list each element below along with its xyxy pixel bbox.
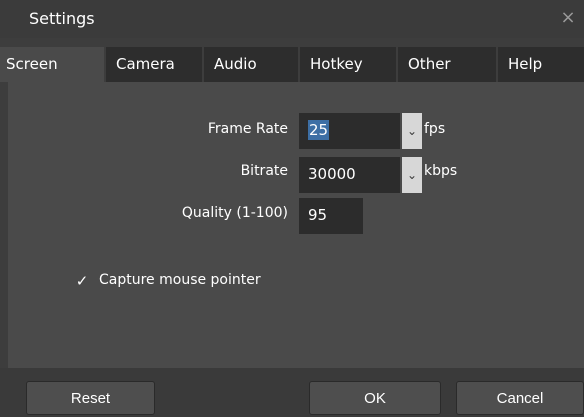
bitrate-unit: kbps <box>424 163 458 179</box>
tab-label: Other <box>408 55 451 73</box>
chevron-down-icon[interactable]: ⌄ <box>402 157 422 193</box>
frame-rate-select[interactable]: 25 <box>299 113 400 149</box>
tab-help[interactable]: Help <box>498 47 584 82</box>
tab-label: Hotkey <box>310 55 363 73</box>
chevron-down-icon[interactable]: ⌄ <box>402 113 422 149</box>
check-icon[interactable]: ✓ <box>73 272 91 290</box>
screen-settings-panel <box>8 82 584 368</box>
close-icon[interactable]: × <box>558 8 578 28</box>
reset-button[interactable]: Reset <box>26 381 155 415</box>
settings-window: Settings × Screen Camera Audio Hotkey Ot… <box>0 0 584 417</box>
tab-other[interactable]: Other <box>398 47 496 82</box>
quality-label: Quality (1-100) <box>181 205 288 221</box>
tab-audio[interactable]: Audio <box>204 47 298 82</box>
tab-hotkey[interactable]: Hotkey <box>300 47 396 82</box>
frame-rate-unit: fps <box>424 121 446 137</box>
tab-camera[interactable]: Camera <box>106 47 202 82</box>
bitrate-label: Bitrate <box>240 163 288 179</box>
tab-bar: Screen Camera Audio Hotkey Other Help <box>0 47 584 82</box>
tab-label: Audio <box>214 55 257 73</box>
title-bar: Settings × <box>0 0 584 38</box>
cancel-button[interactable]: Cancel <box>456 381 584 415</box>
frame-rate-label: Frame Rate <box>207 121 288 137</box>
tab-label: Camera <box>116 55 175 73</box>
quality-input[interactable]: 95 <box>299 198 363 234</box>
quality-value: 95 <box>308 206 328 224</box>
bitrate-select[interactable]: 30000 <box>299 157 400 193</box>
bitrate-value: 30000 <box>308 165 356 183</box>
frame-rate-value: 25 <box>308 120 330 140</box>
window-title: Settings <box>29 9 95 28</box>
tab-label: Help <box>508 55 543 73</box>
tab-label: Screen <box>6 55 58 73</box>
ok-button[interactable]: OK <box>309 381 441 415</box>
capture-mouse-label[interactable]: Capture mouse pointer <box>99 272 261 288</box>
tab-screen[interactable]: Screen <box>0 47 104 82</box>
